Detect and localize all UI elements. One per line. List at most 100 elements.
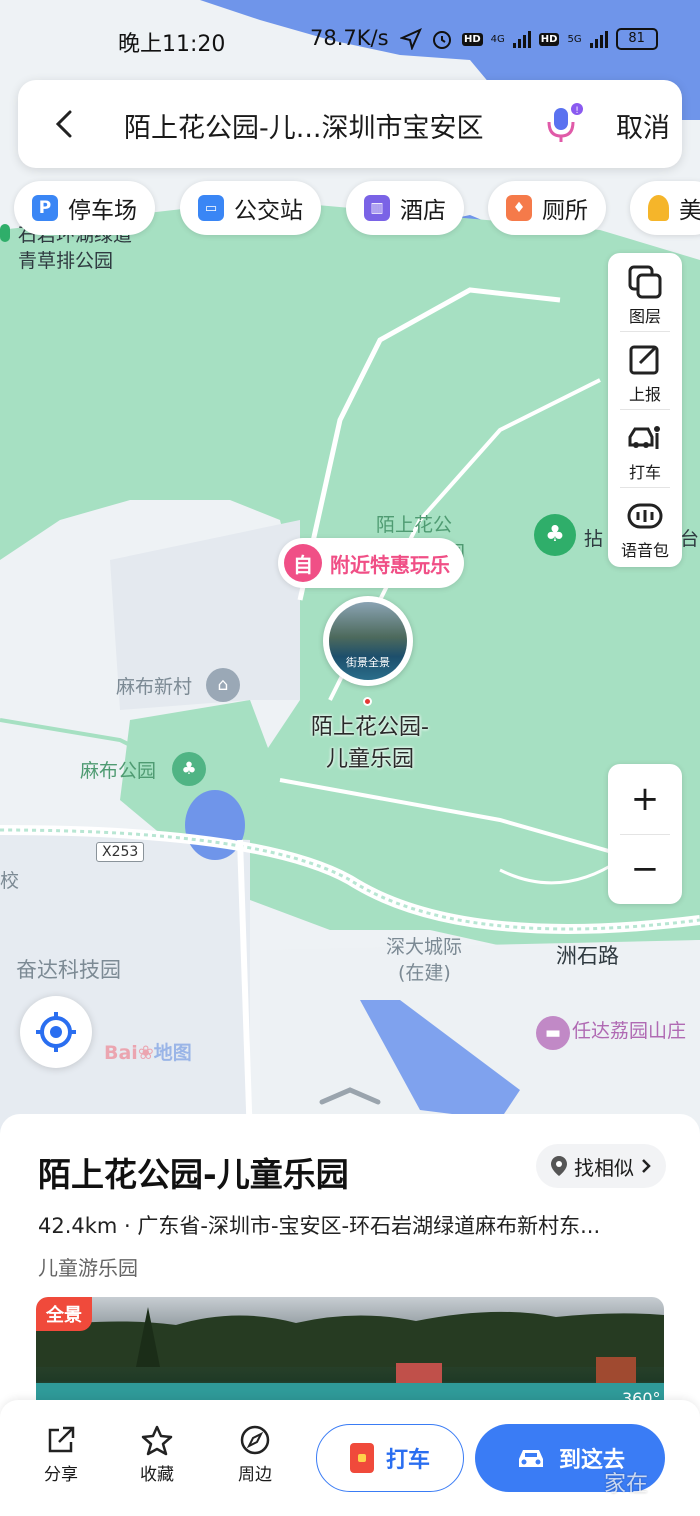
place-name: 陌上花公园-儿童乐园 — [38, 1155, 349, 1194]
villa-poi-icon[interactable]: ▬ — [536, 1016, 570, 1050]
call-taxi-label: 打车 — [385, 1448, 430, 1473]
voice-search-icon[interactable]: ! — [540, 102, 584, 146]
zoom-out-button[interactable]: − — [608, 834, 682, 904]
status-net-speed: 78.7K/s — [310, 26, 389, 50]
favorite-button[interactable]: 收藏 — [122, 1424, 192, 1485]
map-label-under-construction: (在建) — [398, 962, 451, 984]
chip-parking[interactable]: P 停车场 — [14, 181, 155, 235]
map-label-mabu-park[interactable]: 麻布公园 — [80, 760, 156, 783]
nearby-button[interactable]: 周边 — [220, 1424, 290, 1485]
toilet-icon: ♦ — [506, 195, 532, 221]
signal-strength-icon-2 — [589, 30, 608, 48]
layers-icon — [628, 265, 662, 299]
map-label-gu[interactable]: 拈 — [584, 528, 603, 551]
deals-icon: 自 — [284, 544, 322, 582]
map-label-tai: 台 — [680, 528, 700, 550]
report-icon — [629, 345, 659, 375]
panorama-image[interactable]: 全景 360° — [36, 1297, 664, 1417]
map-label-school: 校 — [0, 870, 20, 892]
street-view-pin[interactable]: 街景全景 — [323, 596, 413, 706]
map-label-renda-villa[interactable]: 任达荔园山庄 — [572, 1020, 686, 1043]
voice-pack-button[interactable]: 语音包 — [608, 487, 682, 565]
map-label-fenda-tech-park[interactable]: 奋达科技园 — [16, 958, 121, 983]
park-poi-icon[interactable]: ♣ — [534, 514, 576, 556]
street-view-thumbnail: 街景全景 — [329, 602, 407, 680]
search-bar[interactable]: 陌上花公园-儿...深圳市宝安区 ! 取消 — [18, 80, 682, 168]
baidu-logo: Bai❀地图 — [104, 1042, 192, 1065]
nearby-deals-badge[interactable]: 自 附近特惠玩乐 — [278, 538, 464, 588]
taxi-icon — [628, 426, 660, 449]
panorama-tag: 全景 — [36, 1297, 92, 1331]
bus-stop-icon: ▭ — [198, 195, 224, 221]
red-packet-icon — [349, 1443, 374, 1473]
street-view-caption: 街景全景 — [346, 656, 390, 669]
svg-text:!: ! — [575, 106, 579, 116]
alarm-icon — [433, 31, 451, 49]
zoom-in-button[interactable]: + — [608, 764, 682, 834]
chip-toilet[interactable]: ♦ 厕所 — [488, 181, 606, 235]
mabu-park-poi-icon[interactable]: ♣ — [172, 752, 206, 786]
village-poi-icon[interactable]: ⌂ — [206, 668, 240, 702]
share-label: 分享 — [44, 1465, 78, 1485]
battery-icon: 81 — [615, 28, 658, 50]
pin-title-line2: 儿童乐园 — [325, 746, 414, 772]
star-icon — [141, 1425, 173, 1456]
place-category: 儿童游乐园 — [38, 1256, 138, 1280]
park-pin-icon — [0, 224, 10, 242]
share-button[interactable]: 分享 — [26, 1424, 96, 1485]
place-address: 42.4km · 广东省-深圳市-宝安区-环石岩湖绿道麻布新村东... — [38, 1214, 601, 1238]
compass-icon — [240, 1425, 270, 1455]
parking-icon: P — [32, 195, 58, 221]
hd-badge-1: HD — [462, 32, 483, 46]
hd-badge-2: HD — [538, 32, 560, 46]
chip-bus-stop-label: 公交站 — [234, 198, 303, 224]
road-badge-x253: X253 — [96, 842, 145, 862]
pin-icon — [551, 1156, 567, 1176]
my-location-button[interactable] — [20, 996, 92, 1068]
cancel-button[interactable]: 取消 — [616, 106, 670, 145]
chevron-right-icon — [642, 1159, 651, 1173]
back-arrow-icon[interactable] — [48, 106, 84, 142]
nearby-label: 周边 — [238, 1465, 272, 1485]
map-label-mabu-village[interactable]: 麻布新村 — [116, 676, 192, 699]
chip-toilet-label: 厕所 — [542, 198, 588, 224]
signal-strength-icon-1 — [512, 30, 531, 48]
pin-title[interactable]: 陌上花公园- 儿童乐园 — [300, 712, 440, 776]
map-tools-panel: 图层 上报 打车 语音包 — [608, 253, 682, 567]
chip-bus-stop[interactable]: ▭ 公交站 — [180, 181, 321, 235]
location-arrow-icon — [400, 28, 422, 50]
map-label-moshanghua-park[interactable]: 陌上花公 — [376, 514, 452, 537]
zoom-control: + − — [608, 764, 682, 904]
report-label: 上报 — [628, 385, 661, 404]
map-label-shenda-intercity: 深大城际 — [386, 936, 463, 958]
location-dot — [363, 697, 372, 706]
find-similar-label: 找相似 — [574, 1155, 634, 1180]
taxi-tool-button[interactable]: 打车 — [608, 409, 682, 487]
map-label-qingcaopai-park[interactable]: 青草排公园 — [18, 250, 113, 273]
locate-icon — [36, 1012, 76, 1052]
watermark: 家在 — [604, 1472, 649, 1497]
call-taxi-button[interactable]: 打车 — [316, 1424, 464, 1492]
layers-button[interactable]: 图层 — [608, 253, 682, 331]
status-bar: 晚上11:20 78.7K/s HD 4G HD 5G 81 — [0, 20, 700, 60]
baidu-logo-text-2: 地图 — [153, 1042, 192, 1064]
favorite-label: 收藏 — [140, 1465, 174, 1485]
status-icons: HD 4G HD 5G 81 — [400, 24, 658, 54]
chip-food[interactable]: 美 — [630, 181, 700, 235]
network-type-1: 4G — [490, 33, 505, 45]
hotel-icon: ▥ — [364, 195, 390, 221]
chevron-up-icon[interactable] — [318, 1084, 382, 1108]
voice-pack-label: 语音包 — [620, 541, 669, 560]
report-button[interactable]: 上报 — [608, 331, 682, 409]
baidu-logo-paw: ❀ — [137, 1042, 154, 1064]
chip-hotel[interactable]: ▥ 酒店 — [346, 181, 464, 235]
map-label-zhoushi-road: 洲石路 — [556, 944, 619, 968]
chip-parking-label: 停车场 — [68, 198, 137, 224]
deals-label: 附近特惠玩乐 — [330, 552, 450, 577]
search-query-text[interactable]: 陌上花公园-儿...深圳市宝安区 — [124, 106, 484, 145]
car-icon — [518, 1450, 543, 1467]
action-bar: 分享 收藏 周边 打车 到这去 — [0, 1400, 700, 1516]
network-type-2: 5G — [567, 33, 582, 45]
status-time: 晚上11:20 — [118, 32, 226, 57]
find-similar-button[interactable]: 找相似 — [536, 1144, 666, 1188]
